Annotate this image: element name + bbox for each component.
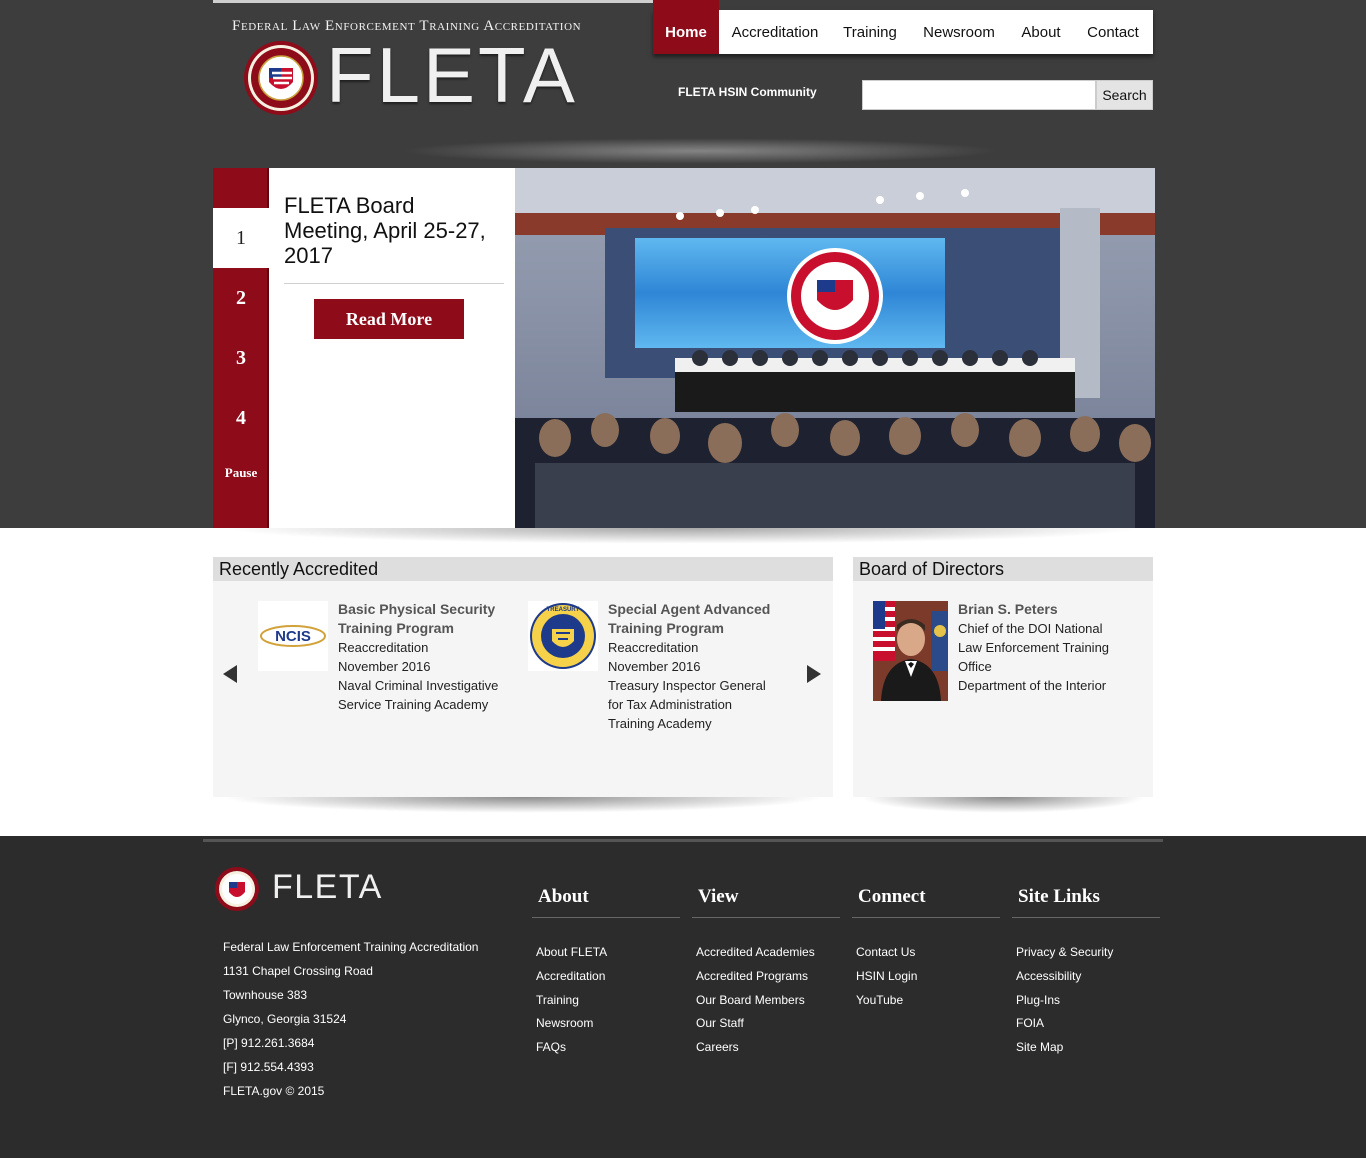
footer-link-board-members[interactable]: Our Board Members	[696, 993, 805, 1007]
card-2-date: November 2016	[608, 659, 701, 674]
footer-phone: [P] 912.261.3684	[223, 1036, 315, 1050]
slide-caption: FLETA Board Meeting, April 25-27, 2017 R…	[269, 168, 515, 528]
footer-address-line: Townhouse 383	[223, 988, 308, 1002]
footer-link-hsin-login[interactable]: HSIN Login	[856, 969, 917, 983]
featured-slider: 1 2 3 4 Pause FLETA Board Meeting, April…	[213, 168, 1155, 528]
slide-pager-4[interactable]: 4	[213, 388, 269, 448]
footer-col-rule	[692, 917, 840, 918]
slide-title[interactable]: FLETA Board Meeting, April 25-27, 2017	[284, 193, 504, 268]
carousel-next-arrow-icon[interactable]	[807, 665, 821, 683]
footer-link-accredited-academies[interactable]: Accredited Academies	[696, 945, 815, 959]
footer-link-site-map[interactable]: Site Map	[1016, 1040, 1063, 1054]
card-1-type: Reaccreditation	[338, 640, 429, 655]
footer-link-our-staff[interactable]: Our Staff	[696, 1016, 744, 1030]
search-input[interactable]	[862, 80, 1096, 110]
nav-about[interactable]: About	[1009, 10, 1073, 54]
nav-contact[interactable]: Contact	[1073, 10, 1153, 54]
board-panel-shadow	[860, 797, 1146, 813]
fleta-seal-logo[interactable]	[243, 40, 319, 116]
recently-accredited-heading: Recently Accredited	[213, 557, 833, 581]
footer-link-newsroom[interactable]: Newsroom	[536, 1016, 593, 1030]
card-1-date: November 2016	[338, 659, 431, 674]
board-of-directors-panel: Board of Directors Brian S. Peters Chief…	[853, 557, 1153, 797]
footer-seal-logo[interactable]	[212, 866, 262, 912]
recently-accredited-panel: Recently Accredited NCIS Basic Physical …	[213, 557, 833, 797]
footer-link-faqs[interactable]: FAQs	[536, 1040, 566, 1054]
footer-link-training[interactable]: Training	[536, 993, 579, 1007]
footer-address-line: 1131 Chapel Crossing Road	[223, 964, 373, 978]
footer-link-about-fleta[interactable]: About FLETA	[536, 945, 607, 959]
board-member-dept: Department of the Interior	[958, 678, 1107, 693]
footer-copyright: FLETA.gov © 2015	[223, 1084, 325, 1098]
footer-col-view-heading: View	[698, 886, 739, 907]
nav-newsroom[interactable]: Newsroom	[909, 10, 1009, 54]
site-footer: FLETA Federal Law Enforcement Training A…	[0, 836, 1366, 1158]
board-member-photo[interactable]	[873, 601, 948, 701]
footer-link-contact-us[interactable]: Contact Us	[856, 945, 915, 959]
slide-pager-2[interactable]: 2	[213, 268, 269, 328]
footer-link-accessibility[interactable]: Accessibility	[1016, 969, 1081, 983]
nav-training[interactable]: Training	[831, 10, 909, 54]
footer-col-about-heading: About	[538, 886, 589, 907]
card-2-title[interactable]: Special Agent Advanced Training Program	[608, 600, 783, 638]
treasury-logo-text: TREASURY	[547, 607, 580, 613]
board-member-role: Chief of the DOI National Law Enforcemen…	[958, 621, 1110, 674]
slide-pager-1[interactable]: 1	[213, 208, 269, 268]
board-meeting-photo[interactable]	[515, 168, 1155, 528]
read-more-button[interactable]: Read More	[314, 299, 464, 339]
footer-link-plug-ins[interactable]: Plug-Ins	[1016, 993, 1060, 1007]
footer-col-rule	[1012, 917, 1160, 918]
slide-pause-button[interactable]: Pause	[213, 458, 269, 488]
treasury-seal-logo[interactable]: TREASURY	[528, 601, 598, 671]
footer-link-foia[interactable]: FOIA	[1016, 1016, 1044, 1030]
footer-link-accreditation[interactable]: Accreditation	[536, 969, 605, 983]
footer-link-privacy[interactable]: Privacy & Security	[1016, 945, 1113, 959]
ncis-logo-text: NCIS	[275, 628, 311, 645]
card-2-academy: Treasury Inspector General for Tax Admin…	[608, 678, 766, 731]
footer-link-youtube[interactable]: YouTube	[856, 993, 903, 1007]
slide-pager-3[interactable]: 3	[213, 328, 269, 388]
footer-link-careers[interactable]: Careers	[696, 1040, 739, 1054]
slider-shadow	[220, 528, 1146, 544]
card-1-academy: Naval Criminal Investigative Service Tra…	[338, 678, 499, 712]
footer-col-connect-heading: Connect	[858, 886, 926, 907]
footer-col-rule	[532, 917, 680, 918]
footer-link-accredited-programs[interactable]: Accredited Programs	[696, 969, 808, 983]
slide-pager: 1 2 3 4 Pause	[213, 168, 269, 528]
hsin-community-link[interactable]: FLETA HSIN Community	[678, 85, 817, 99]
search-button[interactable]: Search	[1096, 80, 1153, 110]
nav-accreditation[interactable]: Accreditation	[719, 10, 831, 54]
board-member-name[interactable]: Brian S. Peters	[958, 600, 1058, 619]
card-1-title[interactable]: Basic Physical Security Training Program	[338, 600, 508, 638]
header-area: Federal Law Enforcement Training Accredi…	[0, 0, 1366, 528]
slide-divider	[284, 283, 504, 284]
footer-address-line: Glynco, Georgia 31524	[223, 1012, 347, 1026]
card-2-type: Reaccreditation	[608, 640, 699, 655]
footer-address-line: Federal Law Enforcement Training Accredi…	[223, 940, 479, 954]
recently-accredited-shadow	[220, 797, 826, 813]
footer-col-rule	[852, 917, 1000, 918]
header-glow	[400, 138, 1000, 164]
footer-divider	[203, 839, 1163, 842]
main-nav: Home Accreditation Training Newsroom Abo…	[653, 0, 1153, 54]
board-heading: Board of Directors	[853, 557, 1153, 581]
site-brand[interactable]: FLETA	[326, 36, 578, 114]
header-top-line	[213, 0, 653, 3]
footer-brand[interactable]: FLETA	[272, 868, 383, 907]
footer-col-site-links-heading: Site Links	[1018, 886, 1100, 907]
carousel-prev-arrow-icon[interactable]	[223, 665, 237, 683]
nav-home[interactable]: Home	[653, 0, 719, 54]
ncis-logo[interactable]: NCIS	[258, 601, 328, 671]
footer-fax: [F] 912.554.4393	[223, 1060, 314, 1074]
